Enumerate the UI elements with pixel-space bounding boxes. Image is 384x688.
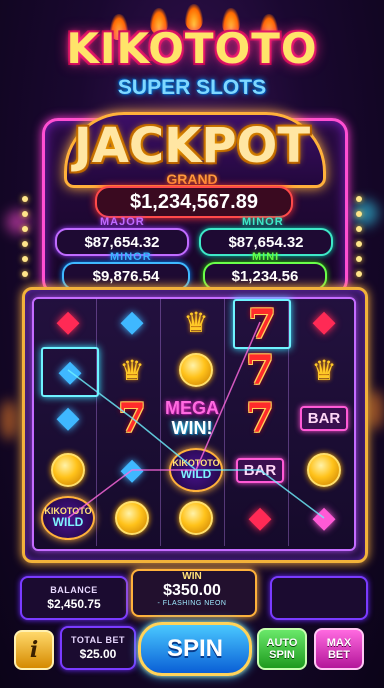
reel-cell: ◆ — [41, 395, 95, 441]
auto-spin-button[interactable]: AUTO SPIN — [257, 628, 307, 670]
bar-symbol: BAR — [235, 457, 285, 483]
seven-icon: 7 — [248, 300, 276, 348]
background-light — [0, 400, 18, 440]
coin-icon — [115, 501, 149, 535]
coin-icon — [51, 453, 85, 487]
win-note: - FLASHING NEON — [157, 600, 227, 607]
reel-cell: ◆ — [297, 495, 351, 541]
mega-win-banner: MEGA WIN! — [150, 398, 234, 446]
seven-icon: 7 — [246, 394, 274, 442]
crown-icon: ♛ — [183, 306, 209, 338]
reel-cell: 7 — [233, 394, 287, 442]
total-bet-box[interactable]: TOTAL BET $25.00 — [60, 626, 136, 670]
game-title: KIKOTOTO — [66, 24, 318, 73]
reel-cell — [169, 347, 223, 393]
wild-symbol: KIKOTOTO WILD — [169, 448, 223, 492]
info-button[interactable]: i — [14, 630, 54, 670]
game-subtitle: SUPER SLOTS — [117, 76, 267, 99]
balance-value: $2,450.75 — [47, 597, 101, 611]
wild-symbol: KIKOTOTO WILD — [41, 496, 95, 540]
marquee-lights — [22, 196, 28, 277]
wild-line2: WILD — [180, 467, 212, 482]
reel-cell: 7 — [233, 346, 287, 394]
crown-icon: ♛ — [311, 354, 337, 386]
reel-cell: ◆ — [41, 299, 95, 345]
empty-panel-box — [270, 576, 368, 620]
reel-cell: BAR — [233, 447, 287, 493]
reel-cell: ◆ — [41, 347, 99, 397]
reel-cell — [169, 495, 223, 541]
spin-button[interactable]: SPIN — [138, 622, 252, 676]
mini-jackpot-value: $1,234.56 — [203, 262, 327, 290]
balance-box: BALANCE $2,450.75 — [20, 576, 128, 620]
reel-cell: KIKOTOTO WILD — [169, 447, 223, 493]
max-bet-line1: MAX — [326, 637, 352, 649]
reel-divider — [96, 298, 97, 546]
max-bet-button[interactable]: MAX BET — [314, 628, 364, 670]
reel-cell: ◆ — [233, 495, 287, 541]
max-bet-line2: BET — [327, 649, 350, 661]
auto-spin-line2: SPIN — [269, 649, 295, 661]
gem-pink-icon: ◆ — [312, 501, 336, 534]
gem-red-icon: ◆ — [56, 305, 80, 338]
reel-cell: KIKOTOTO WILD — [41, 495, 95, 541]
reel-cell — [41, 447, 95, 493]
gem-blue-icon: ◆ — [120, 305, 144, 338]
gem-blue-icon: ◆ — [56, 401, 80, 434]
total-bet-label: TOTAL BET — [71, 635, 125, 645]
gem-red-icon: ◆ — [312, 305, 336, 338]
reel-cell: ◆ — [105, 299, 159, 345]
background-light — [366, 390, 384, 430]
mega-win-line1: MEGA — [165, 398, 219, 418]
win-label: WIN — [182, 571, 202, 582]
total-bet-value: $25.00 — [79, 647, 117, 661]
grand-jackpot-label: GRAND — [166, 171, 218, 187]
reel-cell: ◆ — [297, 299, 351, 345]
minor-top-jackpot-label: MINOR — [242, 216, 284, 228]
crown-icon: ♛ — [119, 354, 145, 386]
marquee-lights — [356, 196, 362, 277]
minor-jackpot-value: $9,876.54 — [62, 262, 190, 290]
coin-icon — [179, 353, 213, 387]
gem-blue-icon: ◆ — [120, 453, 144, 486]
seven-icon: 7 — [118, 394, 146, 442]
coin-icon — [179, 501, 213, 535]
bar-symbol: BAR — [299, 405, 349, 431]
gem-blue-icon: ◆ — [58, 355, 82, 388]
reel-cell — [105, 495, 159, 541]
reel-cell: 7 — [233, 299, 291, 349]
balance-label: BALANCE — [50, 585, 98, 595]
reel-cell: ♛ — [105, 347, 159, 393]
reel-cell: BAR — [297, 395, 351, 441]
seven-icon: 7 — [246, 346, 274, 394]
major-jackpot-label: MAJOR — [100, 216, 145, 228]
jackpot-title: JACKPOT — [73, 118, 311, 174]
coin-icon — [307, 453, 341, 487]
reel-cell — [297, 447, 351, 493]
wild-line2: WILD — [52, 515, 84, 530]
reel-cell: ♛ — [169, 299, 223, 345]
auto-spin-line1: AUTO — [266, 637, 298, 649]
gem-red-icon: ◆ — [248, 501, 272, 534]
reel-cell: ◆ — [105, 447, 159, 493]
mega-win-line2: WIN! — [171, 418, 213, 438]
reel-cell: ♛ — [297, 347, 351, 393]
grand-jackpot-value: $1,234,567.89 — [95, 186, 293, 218]
win-value: $350.00 — [163, 582, 221, 599]
